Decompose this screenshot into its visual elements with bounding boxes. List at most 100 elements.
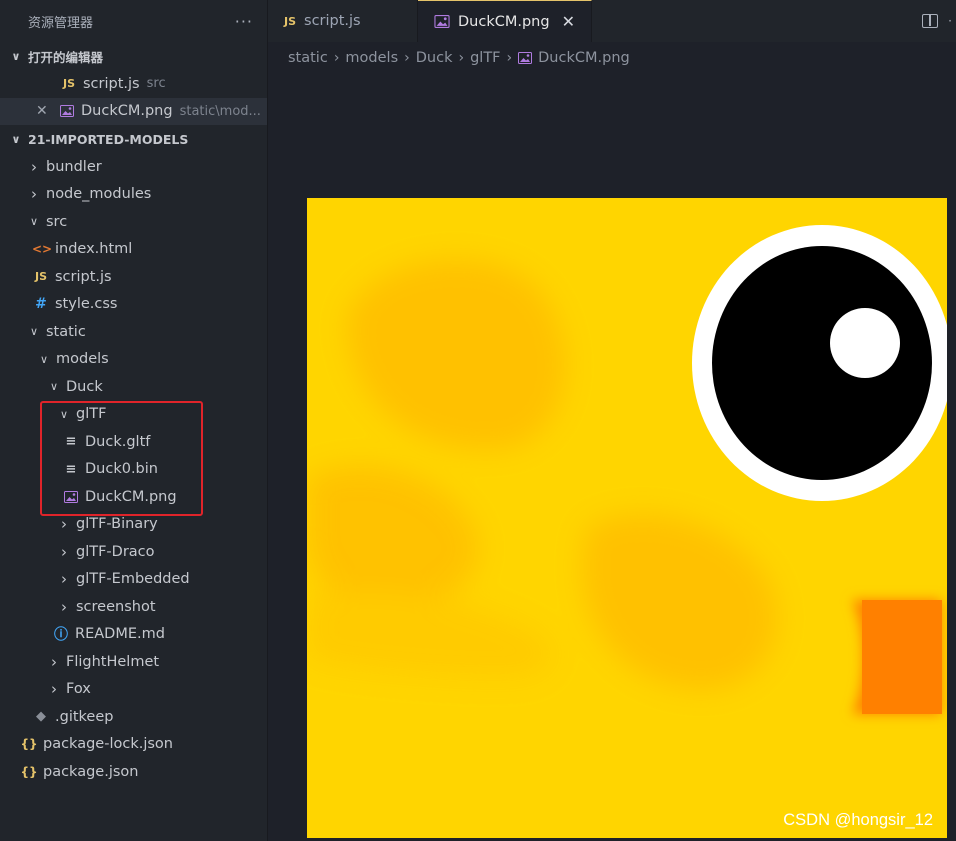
image-file-icon — [434, 15, 450, 28]
tree-label: Duck0.bin — [85, 461, 158, 478]
tree-label: .gitkeep — [55, 708, 114, 725]
explorer-sidebar: 资源管理器 ··· 打开的编辑器 JS script.js src ✕ Duck… — [0, 0, 268, 841]
tree-label: package-lock.json — [43, 736, 173, 753]
chevron-down-icon — [26, 215, 42, 228]
open-editor-duckcm-png[interactable]: ✕ DuckCM.png static\mod... — [0, 97, 267, 125]
chevron-down-icon — [36, 353, 52, 366]
tree-file-package-lock-json[interactable]: {} package-lock.json — [0, 731, 267, 759]
tree-folder-gltf-embedded[interactable]: glTF-Embedded — [0, 566, 267, 594]
tree-folder-src[interactable]: src — [0, 208, 267, 236]
tree-folder-static[interactable]: static — [0, 318, 267, 346]
close-tab-icon[interactable]: ✕ — [562, 12, 575, 31]
chevron-right-icon — [26, 158, 42, 176]
tree-label: bundler — [46, 158, 102, 175]
chevron-right-icon: › — [458, 50, 465, 66]
image-file-icon — [58, 105, 76, 118]
tab-label: DuckCM.png — [458, 13, 550, 30]
open-editor-path: static\mod... — [179, 103, 261, 119]
tree-folder-duck[interactable]: Duck — [0, 373, 267, 401]
json-file-icon: {} — [20, 764, 38, 779]
chevron-right-icon — [26, 185, 42, 203]
tree-file-package-json[interactable]: {} package.json — [0, 758, 267, 786]
open-editor-script-js[interactable]: JS script.js src — [0, 70, 267, 98]
chevron-down-icon — [26, 325, 42, 338]
breadcrumb-item[interactable]: Duck — [416, 50, 453, 66]
tree-label: screenshot — [76, 598, 156, 615]
tree-folder-bundler[interactable]: bundler — [0, 153, 267, 181]
chevron-right-icon — [46, 653, 62, 671]
text-file-icon: ≡ — [65, 434, 77, 450]
tree-label: Duck — [66, 378, 103, 395]
tree-file-index-html[interactable]: <> index.html — [0, 236, 267, 264]
open-editors-section[interactable]: 打开的编辑器 — [0, 42, 267, 70]
tab-bar: JS script.js DuckCM.png ✕ · — [268, 0, 956, 42]
tree-label: node_modules — [46, 186, 152, 203]
chevron-right-icon: › — [506, 50, 513, 66]
tree-file-style-css[interactable]: # style.css — [0, 291, 267, 319]
breadcrumb-item[interactable]: models — [345, 50, 398, 66]
split-editor-icon[interactable] — [922, 14, 939, 28]
project-header: 21-IMPORTED-MODELS — [28, 131, 189, 147]
js-file-icon: JS — [62, 77, 75, 91]
tab-label: script.js — [304, 13, 361, 29]
image-preview: CSDN @hongsir_12 — [307, 198, 952, 838]
tree-label: Duck.gltf — [85, 433, 151, 450]
tree-folder-fox[interactable]: Fox — [0, 676, 267, 704]
more-actions-icon[interactable]: ··· — [235, 12, 253, 31]
tree-label: index.html — [55, 241, 133, 258]
image-file-icon — [518, 52, 533, 64]
tree-file-readme-md[interactable]: ⓘ README.md — [0, 621, 267, 649]
chevron-right-icon — [56, 543, 72, 561]
tree-file-duck0-bin[interactable]: ≡ Duck0.bin — [0, 456, 267, 484]
image-file-icon — [62, 490, 80, 503]
chevron-right-icon: › — [333, 50, 340, 66]
tree-file-script-js[interactable]: JS script.js — [0, 263, 267, 291]
close-icon[interactable]: ✕ — [36, 103, 48, 119]
js-file-icon: JS — [34, 270, 47, 284]
open-editor-label: script.js — [83, 75, 140, 92]
tree-file-gitkeep[interactable]: ◆ .gitkeep — [0, 703, 267, 731]
chevron-right-icon — [56, 598, 72, 616]
editor-actions: · — [922, 0, 956, 42]
tree-file-duck-gltf[interactable]: ≡ Duck.gltf — [0, 428, 267, 456]
chevron-down-icon — [46, 380, 62, 393]
open-editor-label: DuckCM.png — [81, 103, 173, 120]
tree-label: DuckCM.png — [85, 488, 177, 505]
watermark: CSDN @hongsir_12 — [783, 811, 933, 829]
chevron-down-icon — [8, 50, 24, 63]
tree-folder-gltf[interactable]: glTF — [0, 401, 267, 429]
open-editor-path: src — [146, 76, 166, 92]
open-editors-header: 打开的编辑器 — [28, 49, 104, 65]
tree-folder-flighthelmet[interactable]: FlightHelmet — [0, 648, 267, 676]
tree-label: Fox — [66, 681, 91, 698]
tree-label: README.md — [75, 626, 165, 643]
tree-file-duckcm-png[interactable]: DuckCM.png — [0, 483, 267, 511]
breadcrumb: static › models › Duck › glTF › DuckCM.p… — [288, 45, 630, 71]
tree-label: glTF-Draco — [76, 543, 155, 560]
tree-folder-screenshot[interactable]: screenshot — [0, 593, 267, 621]
more-icon[interactable]: · — [948, 14, 952, 28]
chevron-down-icon — [56, 408, 72, 421]
chevron-right-icon — [56, 570, 72, 588]
text-file-icon: ≡ — [65, 461, 77, 477]
json-file-icon: {} — [20, 737, 38, 752]
tree-label: FlightHelmet — [66, 653, 160, 670]
tree-label: models — [56, 351, 109, 368]
tree-label: static — [46, 323, 86, 340]
tree-label: glTF-Embedded — [76, 571, 190, 588]
breadcrumb-item[interactable]: static — [288, 50, 328, 66]
breadcrumb-item[interactable]: glTF — [470, 50, 500, 66]
tree-label: style.css — [55, 296, 118, 313]
git-icon: ◆ — [36, 709, 46, 725]
explorer-header: 资源管理器 ··· — [0, 0, 267, 42]
project-section[interactable]: 21-IMPORTED-MODELS — [0, 125, 267, 153]
tree-folder-models[interactable]: models — [0, 346, 267, 374]
html-file-icon: <> — [32, 242, 53, 257]
chevron-right-icon — [56, 515, 72, 533]
breadcrumb-item[interactable]: DuckCM.png — [538, 50, 630, 66]
tab-script-js[interactable]: JS script.js — [268, 0, 418, 42]
tree-folder-gltf-draco[interactable]: glTF-Draco — [0, 538, 267, 566]
tab-duckcm-png[interactable]: DuckCM.png ✕ — [418, 0, 592, 42]
tree-folder-node-modules[interactable]: node_modules — [0, 181, 267, 209]
tree-folder-gltf-binary[interactable]: glTF-Binary — [0, 511, 267, 539]
